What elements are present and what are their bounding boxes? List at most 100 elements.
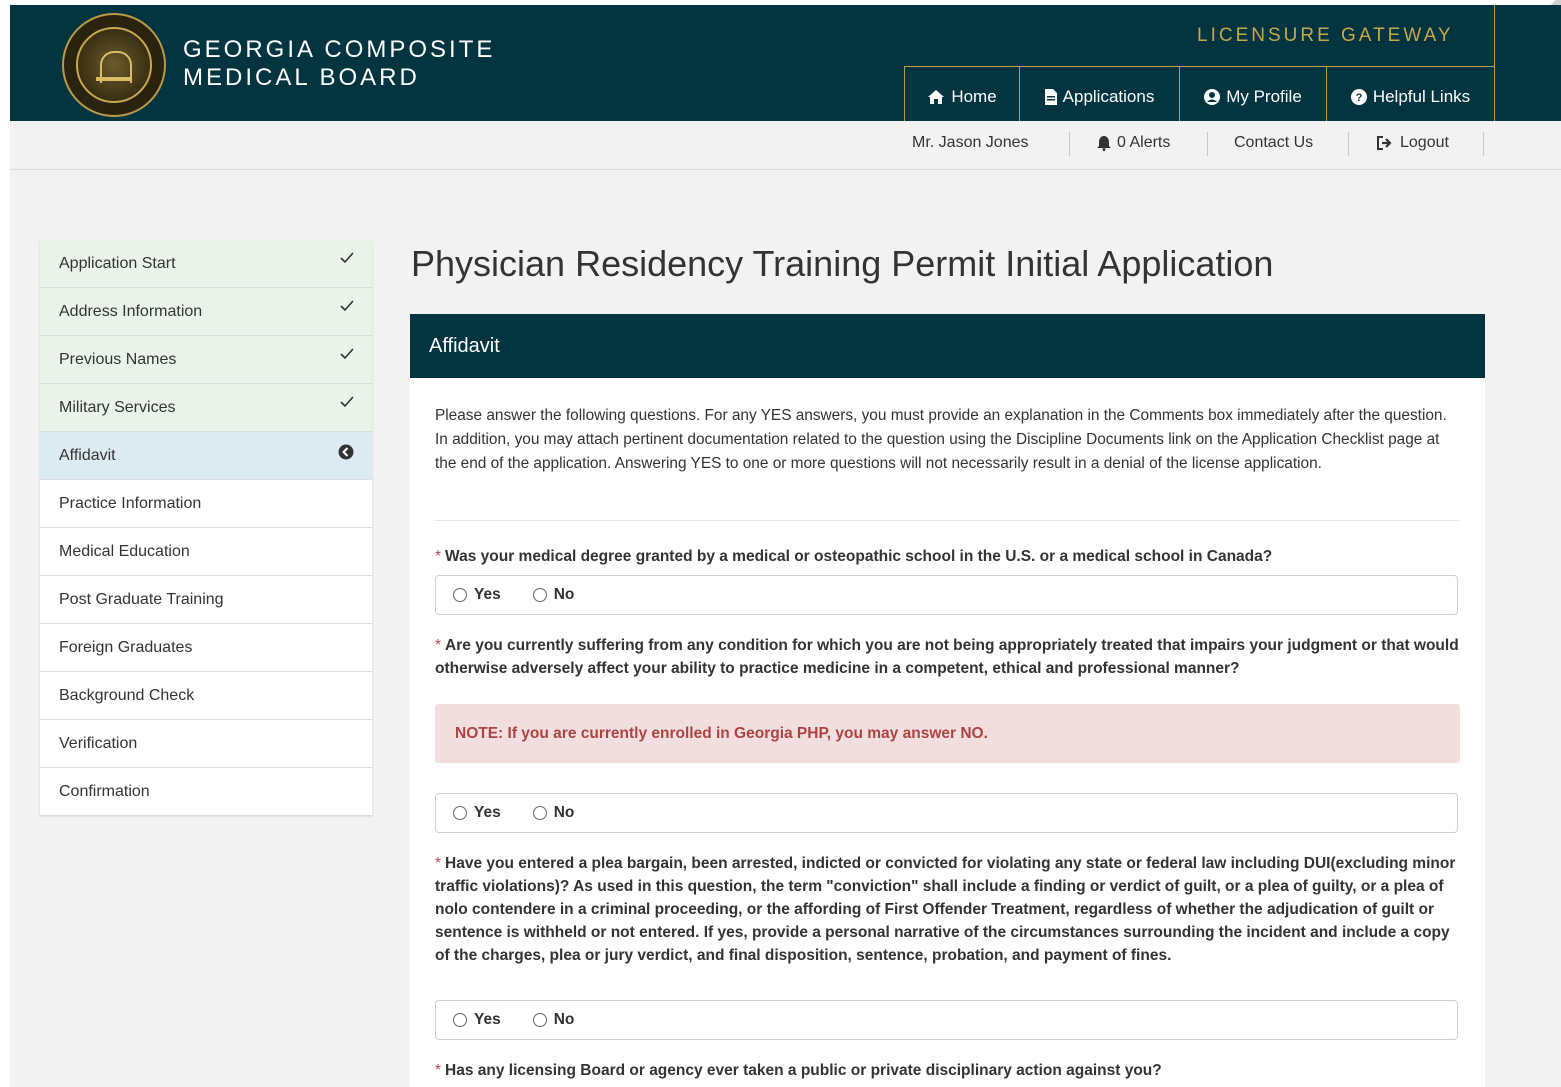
- home-icon: [928, 90, 945, 104]
- yes-label: Yes: [474, 1011, 501, 1028]
- question-1-answer-group: Yes No: [435, 575, 1458, 615]
- yes-radio-option[interactable]: Yes: [453, 804, 501, 822]
- sidebar-item-confirmation[interactable]: Confirmation: [40, 768, 372, 815]
- sidebar-item-application-start[interactable]: Application Start: [40, 240, 372, 288]
- checkmark-icon: [340, 252, 354, 264]
- question-1: * Was your medical degree granted by a me…: [435, 545, 1460, 568]
- brand-name[interactable]: GEORGIA COMPOSITE MEDICAL BOARD: [183, 36, 495, 92]
- question-4: * Has any licensing Board or agency ever …: [435, 1059, 1460, 1082]
- yes-label: Yes: [474, 804, 501, 821]
- alerts-label: 0 Alerts: [1117, 134, 1171, 151]
- sidebar-item-label: Affidavit: [59, 446, 116, 464]
- question-2: * Are you currently suffering from any co…: [435, 634, 1460, 680]
- separator: [1069, 132, 1070, 156]
- alerts-link[interactable]: 0 Alerts: [1097, 134, 1170, 152]
- radio-button[interactable]: [453, 1013, 467, 1027]
- sidebar-item-label: Background Check: [59, 686, 195, 704]
- sidebar-item-previous-names[interactable]: Previous Names: [40, 336, 372, 384]
- question-text: Has any licensing Board or agency ever t…: [445, 1062, 1162, 1079]
- sidebar-item-verification[interactable]: Verification: [40, 720, 372, 768]
- site-header: GEORGIA COMPOSITE MEDICAL BOARD LICENSUR…: [10, 5, 1561, 127]
- panel-heading: Affidavit: [410, 314, 1485, 378]
- sidebar-item-post-graduate-training[interactable]: Post Graduate Training: [40, 576, 372, 624]
- sidebar-item-military-services[interactable]: Military Services: [40, 384, 372, 432]
- no-radio-option[interactable]: No: [532, 804, 575, 822]
- nav-home-label: Home: [951, 87, 997, 106]
- separator: [1483, 132, 1484, 156]
- sidebar-item-label: Previous Names: [59, 350, 177, 368]
- svg-text:?: ?: [1355, 92, 1362, 104]
- yes-label: Yes: [474, 586, 501, 603]
- separator: [1207, 132, 1208, 156]
- sidebar-item-label: Application Start: [59, 254, 176, 272]
- separator: [1348, 132, 1349, 156]
- document-icon: [1044, 89, 1057, 105]
- user-bar: Mr. Jason Jones 0 Alerts Contact Us Logo…: [10, 121, 1561, 170]
- nav-my-profile-button[interactable]: My Profile: [1180, 67, 1327, 127]
- checkmark-icon: [340, 348, 354, 360]
- yes-radio-option[interactable]: Yes: [453, 1011, 501, 1029]
- nav-my-profile-label: My Profile: [1226, 87, 1302, 106]
- divider: [435, 520, 1460, 521]
- question-text: Was your medical degree granted by a med…: [445, 548, 1273, 565]
- sidebar-item-affidavit[interactable]: Affidavit: [40, 432, 372, 480]
- radio-button[interactable]: [453, 588, 467, 602]
- logout-label: Logout: [1400, 134, 1449, 151]
- no-label: No: [553, 586, 575, 603]
- sidebar-item-label: Military Services: [59, 398, 176, 416]
- no-radio-option[interactable]: No: [532, 586, 575, 604]
- yes-radio-option[interactable]: Yes: [453, 586, 501, 604]
- seal-base: [96, 77, 132, 81]
- affidavit-panel: Affidavit Please answer the following qu…: [410, 314, 1485, 1087]
- radio-button[interactable]: [532, 1013, 547, 1027]
- note-alert: NOTE: If you are currently enrolled in G…: [435, 704, 1460, 763]
- sidebar-item-label: Practice Information: [59, 494, 202, 512]
- radio-button[interactable]: [532, 806, 547, 820]
- sidebar-item-practice-information[interactable]: Practice Information: [40, 480, 372, 528]
- sign-out-icon: [1377, 136, 1392, 150]
- nav-applications-button[interactable]: Applications: [1020, 67, 1180, 127]
- gateway-title: LICENSURE GATEWAY: [1197, 25, 1454, 46]
- checkmark-icon: [340, 396, 354, 408]
- instructions-text: Please answer the following questions. F…: [435, 407, 1447, 472]
- sidebar-item-label: Medical Education: [59, 542, 190, 560]
- radio-button[interactable]: [532, 588, 547, 602]
- nav-applications-label: Applications: [1062, 87, 1155, 106]
- sidebar-item-address-information[interactable]: Address Information: [40, 288, 372, 336]
- logout-link[interactable]: Logout: [1377, 134, 1449, 152]
- sidebar-item-foreign-graduates[interactable]: Foreign Graduates: [40, 624, 372, 672]
- board-seal-logo[interactable]: [62, 13, 166, 117]
- user-circle-icon: [1204, 89, 1221, 105]
- question-text: Have you entered a plea bargain, been ar…: [435, 855, 1456, 964]
- question-3: * Have you entered a plea bargain, been a…: [435, 852, 1460, 967]
- question-circle-icon: ?: [1350, 89, 1367, 105]
- nav-helpful-links-button[interactable]: ? Helpful Links: [1327, 67, 1495, 127]
- nav-home-button[interactable]: Home: [905, 67, 1020, 127]
- sidebar-item-medical-education[interactable]: Medical Education: [40, 528, 372, 576]
- sidebar-item-label: Foreign Graduates: [59, 638, 193, 656]
- no-label: No: [553, 1011, 575, 1028]
- contact-us-link[interactable]: Contact Us: [1234, 134, 1313, 152]
- question-2-answer-group: Yes No: [435, 793, 1458, 833]
- sidebar-item-background-check[interactable]: Background Check: [40, 672, 372, 720]
- page-title: Physician Residency Training Permit Init…: [411, 243, 1274, 284]
- nav-helpful-links-label: Helpful Links: [1372, 87, 1471, 106]
- no-radio-option[interactable]: No: [532, 1011, 575, 1029]
- user-name-link[interactable]: Mr. Jason Jones: [912, 134, 1029, 152]
- sidebar-item-label: Post Graduate Training: [59, 590, 224, 608]
- radio-button[interactable]: [453, 806, 467, 820]
- required-marker: *: [435, 855, 442, 872]
- application-steps-sidebar: Application Start Address Information Pr…: [40, 240, 372, 815]
- main-nav: Home Applications My Profile ? Helpful L…: [904, 66, 1495, 127]
- seal-inner: [76, 27, 152, 103]
- brand-line-1: GEORGIA COMPOSITE: [183, 36, 496, 63]
- required-marker: *: [435, 548, 442, 565]
- sidebar-item-label: Confirmation: [59, 782, 150, 800]
- no-label: No: [553, 804, 575, 821]
- arrow-circle-left-icon: [338, 444, 354, 460]
- sidebar-item-label: Verification: [59, 734, 138, 752]
- brand-line-2: MEDICAL BOARD: [183, 64, 420, 91]
- required-marker: *: [435, 637, 442, 654]
- bell-icon: [1097, 135, 1111, 151]
- question-text: Are you currently suffering from any con…: [435, 637, 1459, 677]
